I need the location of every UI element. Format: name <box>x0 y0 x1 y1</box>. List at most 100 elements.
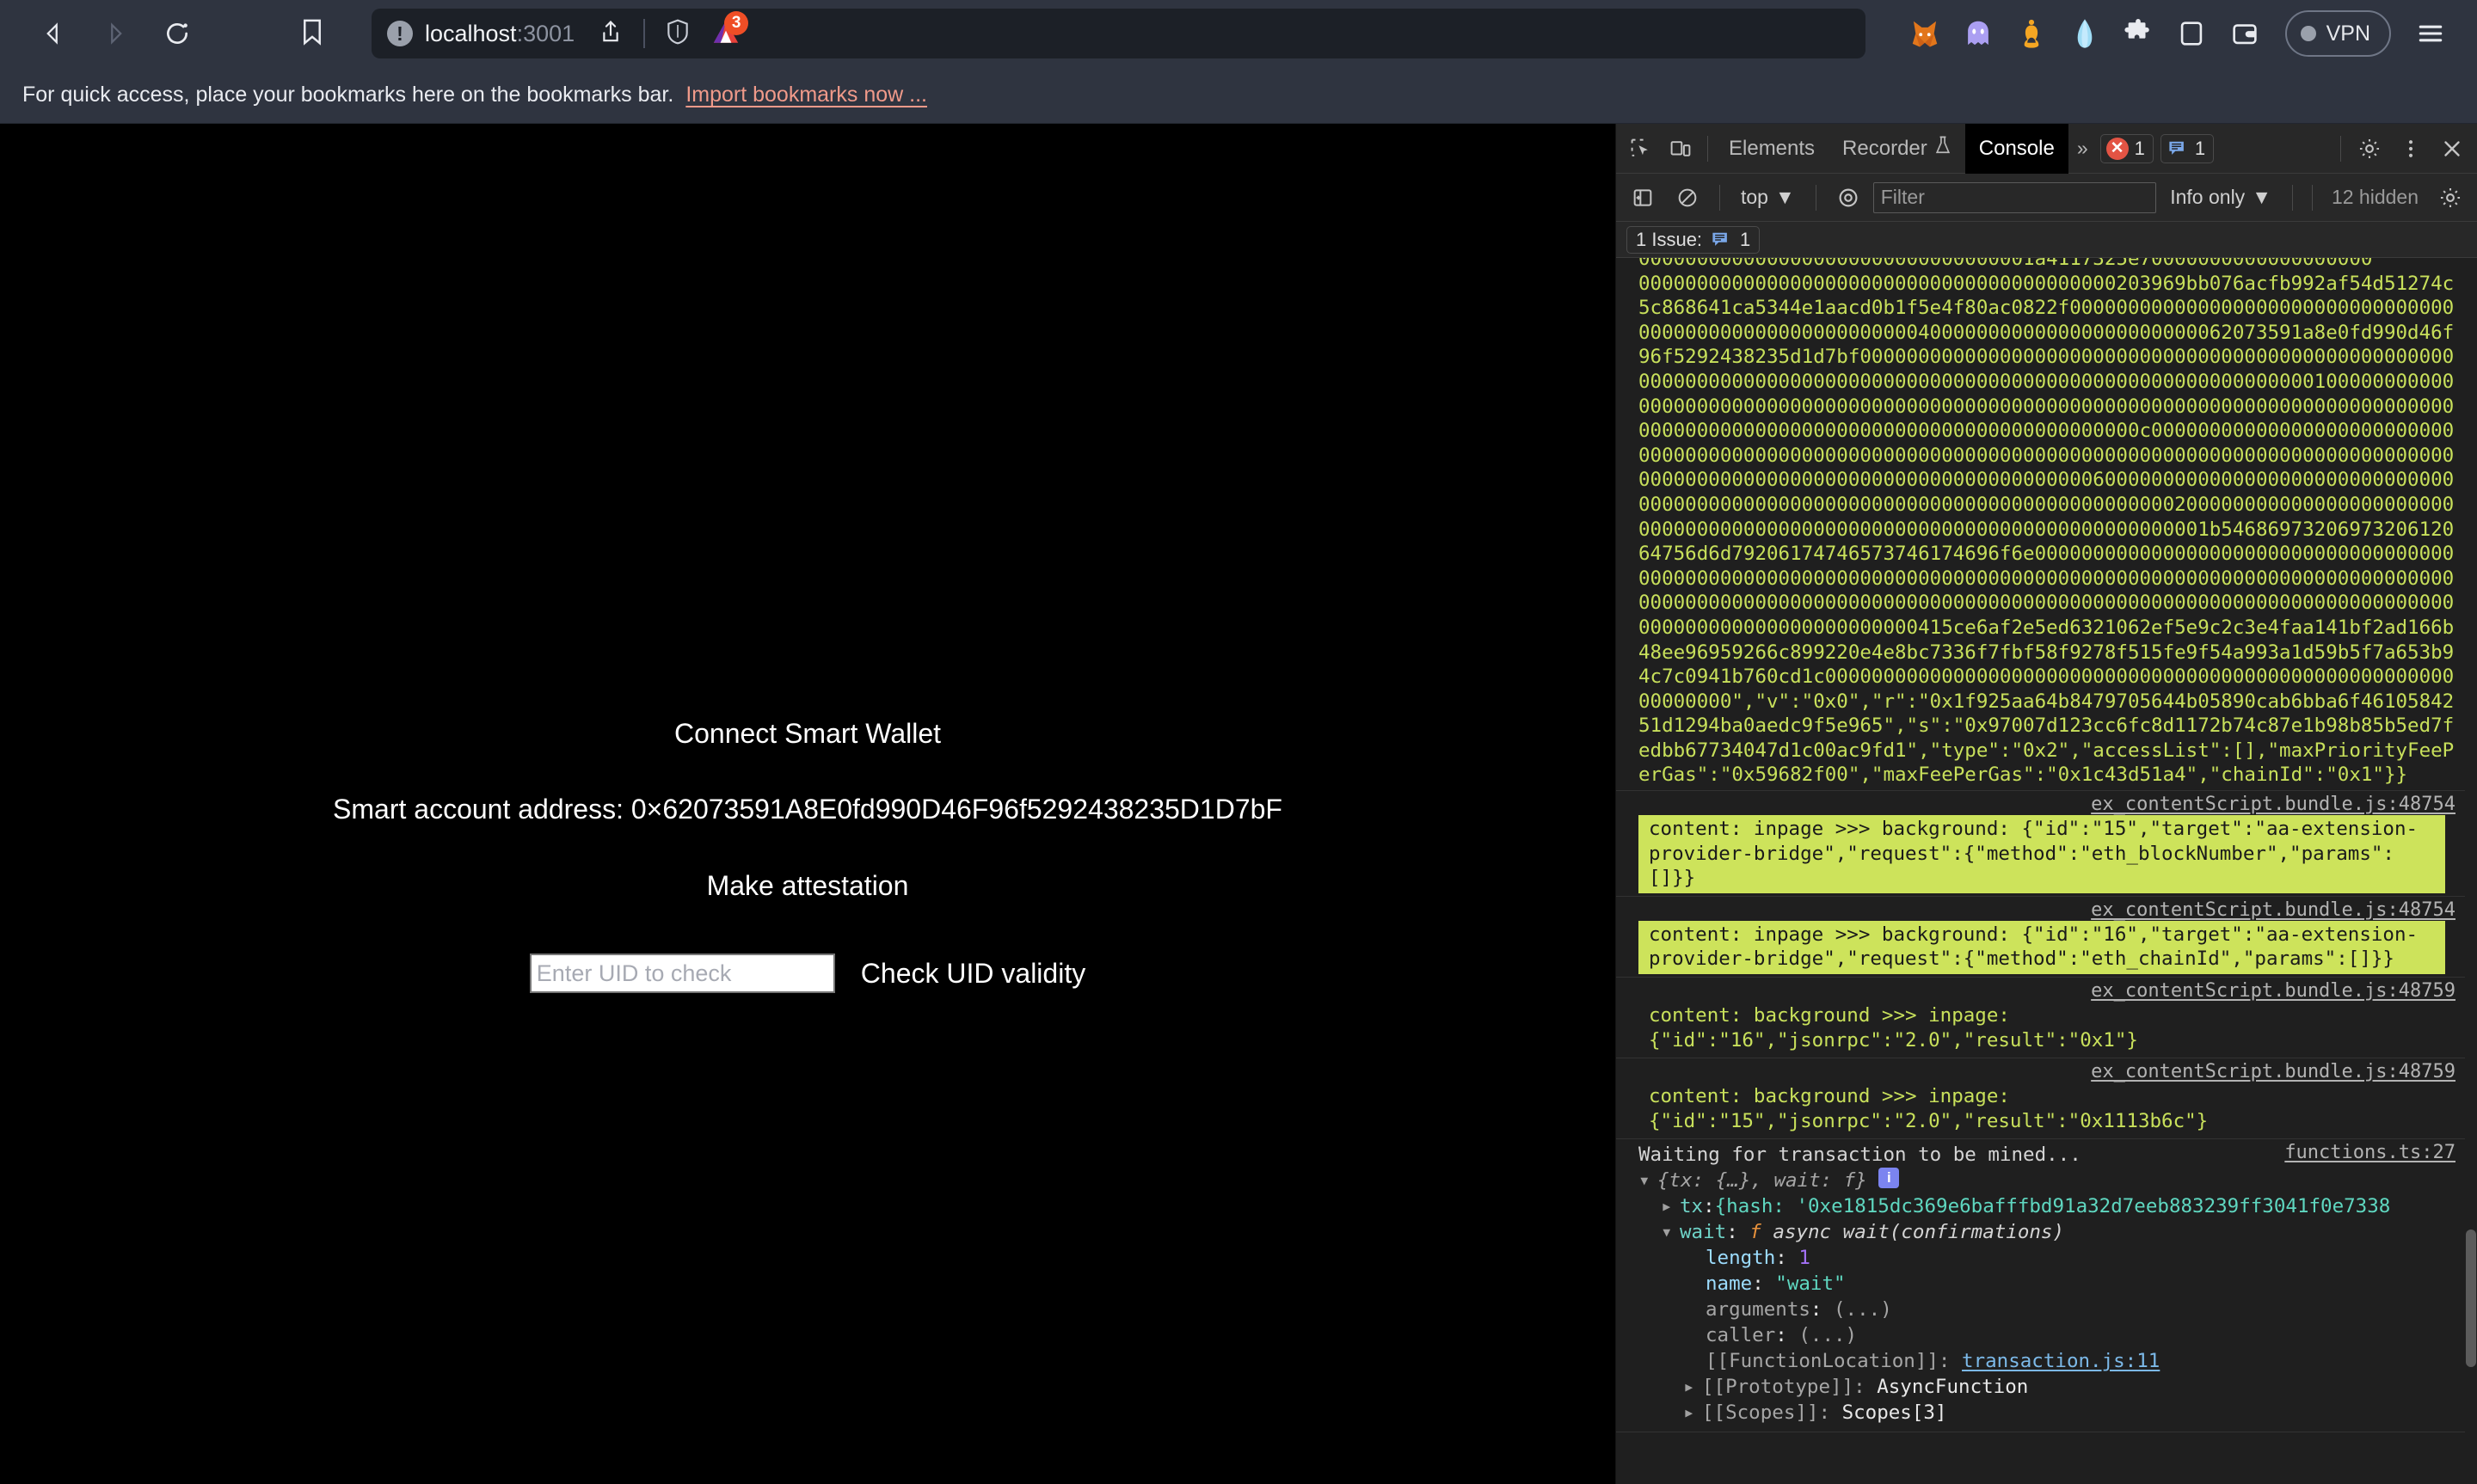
tab-console[interactable]: Console <box>1964 123 2068 174</box>
divider <box>1707 135 1708 162</box>
tree-row-scopes[interactable]: [[Scopes]]: Scopes[3] <box>1638 1400 2455 1426</box>
console-message[interactable]: ex_contentScript.bundle.js:48754 content… <box>1616 897 2477 978</box>
info-count-chip[interactable]: 1 <box>2160 133 2215 163</box>
waiting-message-row: Waiting for transaction to be mined... f… <box>1616 1142 2477 1168</box>
share-button[interactable] <box>587 9 635 58</box>
console-scrollbar[interactable] <box>2465 258 2477 1484</box>
bookmarks-bar-message: For quick access, place your bookmarks h… <box>22 83 674 107</box>
function-location-link[interactable]: transaction.js:11 <box>1962 1348 2160 1374</box>
kebab-menu-icon[interactable] <box>2391 129 2431 169</box>
property-value: 1 <box>1798 1247 1810 1270</box>
browser-chrome: ! localhost:3001 3 VPN For quick access,… <box>0 0 2477 124</box>
smart-account-address: Smart account address: 0×62073591A8E0fd9… <box>333 794 1282 825</box>
chevron-down-icon: ▼ <box>2252 186 2271 208</box>
tree-row-property[interactable]: arguments: (...) <box>1638 1297 2455 1322</box>
tab-label: Console <box>1978 136 2055 160</box>
chevron-right-icon[interactable] <box>1661 1193 1680 1219</box>
tree-row-prototype[interactable]: [[Prototype]]: AsyncFunction <box>1638 1374 2455 1400</box>
console-message-list[interactable]: 0000000000000000000000000000000001a41173… <box>1616 258 2477 1484</box>
console-settings-gear-icon[interactable] <box>2431 178 2470 218</box>
address-bar-area: ! localhost:3001 3 <box>286 9 1865 58</box>
chevron-right-icon[interactable] <box>1683 1400 1702 1426</box>
issue-chip[interactable]: 1 Issue: 1 <box>1626 225 1761 254</box>
source-link[interactable]: ex_contentScript.bundle.js:48759 <box>1616 980 2477 1002</box>
uid-input[interactable] <box>529 954 835 994</box>
close-icon[interactable] <box>2432 129 2472 169</box>
log-level-select[interactable]: Info only ▼ <box>2161 186 2280 209</box>
info-badge-icon[interactable]: i <box>1878 1168 1900 1189</box>
make-attestation-button[interactable]: Make attestation <box>0 870 1615 902</box>
import-bookmarks-link[interactable]: Import bookmarks now ... <box>685 83 927 107</box>
reload-button[interactable] <box>146 8 208 59</box>
console-message[interactable]: ex_contentScript.bundle.js:48759 content… <box>1616 978 2477 1059</box>
tree-row-wait[interactable]: wait: f async wait(confirmations) <box>1638 1219 2455 1245</box>
keplr-extension-icon[interactable] <box>2005 8 2058 59</box>
tab-recorder[interactable]: Recorder <box>1829 124 1965 174</box>
property-value: "wait" <box>1775 1272 1846 1296</box>
aa-extension-button[interactable]: 3 <box>702 9 750 58</box>
flask-icon <box>1934 136 1951 161</box>
diamond-extension-icon[interactable] <box>2058 8 2111 59</box>
gear-icon[interactable] <box>2350 129 2389 169</box>
issues-bar[interactable]: 1 Issue: 1 <box>1616 222 2477 258</box>
property-key: caller <box>1706 1324 1776 1347</box>
property-value: (...) <box>1798 1324 1858 1347</box>
error-count-chip[interactable]: ✕ 1 <box>2099 133 2154 163</box>
tree-row-property[interactable]: length: 1 <box>1638 1245 2455 1271</box>
execution-context-select[interactable]: top ▼ <box>1732 186 1804 209</box>
console-scrollbar-thumb[interactable] <box>2466 1230 2476 1367</box>
metamask-extension-icon[interactable] <box>1898 8 1951 59</box>
url-bar[interactable]: ! localhost:3001 3 <box>372 9 1865 58</box>
forward-button[interactable] <box>84 8 146 59</box>
console-message-hexdump[interactable]: 0000000000000000000000000000000001a41173… <box>1616 258 2477 792</box>
vpn-toggle[interactable]: VPN <box>2284 10 2391 57</box>
tree-row-function-location[interactable]: [[FunctionLocation]]: transaction.js:11 <box>1638 1348 2455 1374</box>
back-button[interactable] <box>22 8 84 59</box>
extensions-puzzle-icon[interactable] <box>2111 8 2165 59</box>
console-message[interactable]: ex_contentScript.bundle.js:48759 content… <box>1616 1058 2477 1140</box>
console-sidebar-icon[interactable] <box>1623 178 1663 218</box>
waiting-message-text: Waiting for transaction to be mined... <box>1638 1144 2081 1167</box>
tree-row-tx[interactable]: tx: {hash: '0xe1815dc369e6bafffbd91a32d7… <box>1638 1193 2455 1219</box>
ghost-wallet-extension-icon[interactable] <box>1951 8 2005 59</box>
clear-console-icon[interactable] <box>1668 178 1707 218</box>
wallet-extension-icon[interactable] <box>2218 8 2271 59</box>
source-link[interactable]: ex_contentScript.bundle.js:48754 <box>1616 794 2477 815</box>
console-message[interactable]: ex_contentScript.bundle.js:48754 content… <box>1616 791 2477 897</box>
chevron-right-icon[interactable] <box>1683 1374 1702 1400</box>
uid-check-row: Check UID validity <box>0 954 1615 994</box>
chevron-down-icon[interactable] <box>1661 1219 1680 1245</box>
source-link[interactable]: ex_contentScript.bundle.js:48759 <box>1616 1061 2477 1082</box>
bookmark-button[interactable] <box>286 9 339 58</box>
brave-shields-button[interactable] <box>654 9 702 58</box>
tab-elements[interactable]: Elements <box>1715 124 1829 174</box>
vpn-status-dot <box>2300 26 2316 41</box>
chevron-down-icon[interactable] <box>1638 1168 1657 1193</box>
extension-badge-count: 3 <box>724 11 749 35</box>
message-info-icon <box>1710 229 1732 251</box>
divider <box>2311 184 2313 211</box>
forward-arrow-icon <box>102 21 128 46</box>
sidebar-panel-icon[interactable] <box>2165 8 2218 59</box>
source-link[interactable]: functions.ts:27 <box>2284 1142 2455 1163</box>
tree-row-property[interactable]: name: "wait" <box>1638 1271 2455 1297</box>
tree-root-row[interactable]: {tx: {…}, wait: f} i <box>1638 1168 2455 1193</box>
info-count: 1 <box>2194 137 2206 159</box>
more-tabs-button[interactable]: » <box>2068 137 2097 160</box>
console-filter-input[interactable] <box>1872 181 2157 213</box>
devtools-tabbar: Elements Recorder Console » ✕ 1 1 <box>1616 123 2477 174</box>
site-info-warning-icon[interactable]: ! <box>387 21 413 46</box>
inspect-element-icon[interactable] <box>1621 129 1661 169</box>
browser-menu-button[interactable] <box>2406 9 2455 58</box>
source-link[interactable]: ex_contentScript.bundle.js:48754 <box>1616 899 2477 921</box>
hexdump-line-first: 0000000000000000000000000000000001a41173… <box>1616 258 2477 272</box>
console-message-object[interactable]: Waiting for transaction to be mined... f… <box>1616 1139 2477 1433</box>
error-count: 1 <box>2134 137 2145 159</box>
live-expression-eye-icon[interactable] <box>1829 178 1868 218</box>
device-toolbar-icon[interactable] <box>1661 129 1700 169</box>
scopes-label: [[Scopes]]: <box>1702 1401 1831 1425</box>
message-text: content: background >>> inpage: {"id":"1… <box>1649 1085 2209 1132</box>
check-uid-validity-button[interactable]: Check UID validity <box>861 958 1085 990</box>
connect-smart-wallet-button[interactable]: Connect Smart Wallet <box>0 717 1615 750</box>
tree-row-property[interactable]: caller: (...) <box>1638 1322 2455 1348</box>
